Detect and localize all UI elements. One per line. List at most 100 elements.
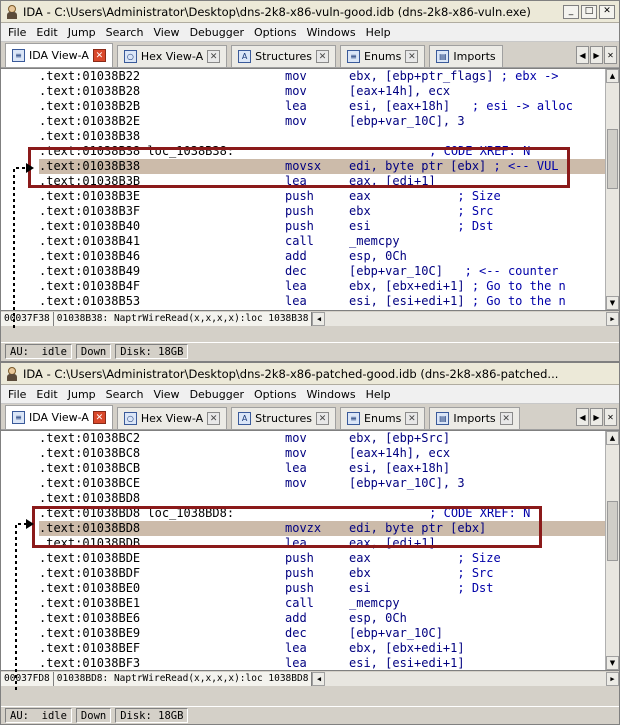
scroll-right-icon[interactable]: ▶: [606, 671, 619, 686]
tab-structures[interactable]: A Structures ✕: [231, 45, 337, 67]
close-icon[interactable]: ✕: [316, 50, 330, 63]
scroll-down-icon[interactable]: ▼: [606, 296, 619, 310]
disasm-line[interactable]: .text:01038B22 mov ebx, [ebp+ptr_flags] ; …: [39, 69, 605, 84]
horizontal-scrollbar[interactable]: ◀ ▶: [312, 311, 619, 326]
disasm-line[interactable]: .text:01038B2B lea esi, [eax+18h] ; esi ->…: [39, 99, 605, 114]
menu-file[interactable]: File: [3, 26, 31, 39]
close-icon[interactable]: ✕: [92, 49, 106, 62]
menu-view[interactable]: View: [148, 388, 184, 401]
menu-view[interactable]: View: [148, 26, 184, 39]
disasm-line[interactable]: .text:01038BE0 push esi ; Dst: [39, 581, 605, 596]
horizontal-scrollbar[interactable]: ◀ ▶: [312, 671, 619, 686]
disasm-line[interactable]: .text:01038B38: [39, 129, 605, 144]
menu-help[interactable]: Help: [361, 388, 396, 401]
tab-hex-view-a[interactable]: ○ Hex View-A ✕: [116, 407, 228, 429]
tab-bar: ≡ IDA View-A ✕ ○ Hex View-A ✕ A Structur…: [1, 42, 619, 68]
line-operands: ebx, [ebx+edi+1]: [349, 641, 465, 655]
disasm-line[interactable]: .text:01038BD8 movzx edi, byte ptr [ebx]: [39, 521, 605, 536]
menu-search[interactable]: Search: [101, 26, 149, 39]
menu-jump[interactable]: Jump: [63, 388, 101, 401]
menu-edit[interactable]: Edit: [31, 388, 62, 401]
disasm-line[interactable]: .text:01038B38 movsx edi, byte ptr [ebx] ;…: [39, 159, 605, 174]
disasm-line[interactable]: .text:01038B41 call _memcpy: [39, 234, 605, 249]
close-icon[interactable]: ✕: [207, 412, 221, 425]
menu-help[interactable]: Help: [361, 26, 396, 39]
tab-scroll-left-icon[interactable]: ◀: [576, 408, 589, 426]
disasm-line[interactable]: .text:01038B3B lea eax, [edi+1]: [39, 174, 605, 189]
menu-options[interactable]: Options: [249, 26, 301, 39]
disasm-line[interactable]: .text:01038BD8: [39, 491, 605, 506]
disasm-line[interactable]: .text:01038BCB lea esi, [eax+18h]: [39, 461, 605, 476]
line-comment: ; <-- counter: [442, 264, 559, 278]
disasm-line[interactable]: .text:01038BEF lea ebx, [ebx+edi+1]: [39, 641, 605, 656]
disasm-line[interactable]: .text:01038BCE mov [ebp+var_10C], 3: [39, 476, 605, 491]
vertical-scrollbar[interactable]: ▲ ▼: [605, 69, 619, 310]
tab-hex-view-a[interactable]: ○ Hex View-A ✕: [116, 45, 228, 67]
disassembly-view[interactable]: .text:01038B22 mov ebx, [ebp+ptr_flags] ; …: [1, 68, 619, 310]
disasm-line[interactable]: .text:01038B2E mov [ebp+var_10C], 3: [39, 114, 605, 129]
disasm-line[interactable]: .text:01038BDE push eax ; Size: [39, 551, 605, 566]
tab-imports[interactable]: ▤ Imports: [429, 45, 503, 67]
disasm-line[interactable]: .text:01038B3E push eax ; Size: [39, 189, 605, 204]
tab-close-icon[interactable]: ✕: [604, 408, 617, 426]
menu-edit[interactable]: Edit: [31, 26, 62, 39]
line-comment: ; <-- VUL: [486, 159, 559, 173]
disasm-line[interactable]: .text:01038B3F push ebx ; Src: [39, 204, 605, 219]
disasm-line[interactable]: .text:01038BC8 mov [eax+14h], ecx: [39, 446, 605, 461]
disasm-line[interactable]: .text:01038BD8 loc_1038BD8: ; CODE XREF:…: [39, 506, 605, 521]
title-bar[interactable]: IDA - C:\Users\Administrator\Desktop\dns…: [1, 363, 619, 385]
scroll-left-icon[interactable]: ◀: [312, 311, 326, 326]
disasm-line[interactable]: .text:01038B46 add esp, 0Ch: [39, 249, 605, 264]
tab-enums[interactable]: ≡ Enums ✕: [340, 407, 426, 429]
menu-windows[interactable]: Windows: [301, 388, 360, 401]
disasm-line[interactable]: .text:01038BDF push ebx ; Src: [39, 566, 605, 581]
disasm-line[interactable]: .text:01038BF3 lea esi, [esi+edi+1]: [39, 656, 605, 670]
scroll-up-icon[interactable]: ▲: [606, 431, 619, 445]
disassembly-view[interactable]: .text:01038BC2 mov ebx, [ebp+Src] .text:010…: [1, 430, 619, 670]
disasm-line[interactable]: .text:01038B49 dec [ebp+var_10C] ; <-- cou…: [39, 264, 605, 279]
close-icon[interactable]: ✕: [499, 412, 513, 425]
close-icon[interactable]: ✕: [207, 50, 221, 63]
menu-debugger[interactable]: Debugger: [185, 388, 249, 401]
close-icon[interactable]: ✕: [405, 412, 419, 425]
menu-windows[interactable]: Windows: [301, 26, 360, 39]
close-icon[interactable]: ✕: [316, 412, 330, 425]
menu-debugger[interactable]: Debugger: [185, 26, 249, 39]
close-button[interactable]: ✕: [599, 4, 615, 19]
menu-search[interactable]: Search: [101, 388, 149, 401]
disasm-line[interactable]: .text:01038BC2 mov ebx, [ebp+Src]: [39, 431, 605, 446]
scroll-thumb[interactable]: [607, 501, 618, 561]
tab-close-icon[interactable]: ✕: [604, 46, 617, 64]
tab-scroll-right-icon[interactable]: ▶: [590, 408, 603, 426]
scroll-left-icon[interactable]: ◀: [312, 671, 326, 686]
maximize-button[interactable]: □: [581, 4, 597, 19]
disasm-line[interactable]: .text:01038B4F lea ebx, [ebx+edi+1] ; Go t…: [39, 279, 605, 294]
disasm-line[interactable]: .text:01038BE9 dec [ebp+var_10C]: [39, 626, 605, 641]
tab-structures[interactable]: A Structures ✕: [231, 407, 337, 429]
tab-scroll-right-icon[interactable]: ▶: [590, 46, 603, 64]
minimize-button[interactable]: _: [563, 4, 579, 19]
tab-ida-view-a[interactable]: ≡ IDA View-A ✕: [5, 43, 113, 67]
disasm-line[interactable]: .text:01038B40 push esi ; Dst: [39, 219, 605, 234]
scroll-down-icon[interactable]: ▼: [606, 656, 619, 670]
disasm-line[interactable]: .text:01038B53 lea esi, [esi+edi+1] ; Go t…: [39, 294, 605, 309]
menu-jump[interactable]: Jump: [63, 26, 101, 39]
disasm-line[interactable]: .text:01038B38 loc_1038B38: ; CODE XREF:…: [39, 144, 605, 159]
tab-enums[interactable]: ≡ Enums ✕: [340, 45, 426, 67]
title-bar[interactable]: IDA - C:\Users\Administrator\Desktop\dns…: [1, 1, 619, 23]
scroll-up-icon[interactable]: ▲: [606, 69, 619, 83]
scroll-thumb[interactable]: [607, 129, 618, 189]
vertical-scrollbar[interactable]: ▲ ▼: [605, 431, 619, 670]
menu-file[interactable]: File: [3, 388, 31, 401]
close-icon[interactable]: ✕: [92, 411, 106, 424]
disasm-line[interactable]: .text:01038BDB lea eax, [edi+1]: [39, 536, 605, 551]
menu-options[interactable]: Options: [249, 388, 301, 401]
disasm-line[interactable]: .text:01038B28 mov [eax+14h], ecx: [39, 84, 605, 99]
tab-imports[interactable]: ▤ Imports ✕: [429, 407, 520, 429]
tab-scroll-left-icon[interactable]: ◀: [576, 46, 589, 64]
tab-ida-view-a[interactable]: ≡ IDA View-A ✕: [5, 405, 113, 429]
disasm-line[interactable]: .text:01038BE1 call _memcpy: [39, 596, 605, 611]
disasm-line[interactable]: .text:01038BE6 add esp, 0Ch: [39, 611, 605, 626]
close-icon[interactable]: ✕: [405, 50, 419, 63]
scroll-right-icon[interactable]: ▶: [606, 311, 619, 326]
